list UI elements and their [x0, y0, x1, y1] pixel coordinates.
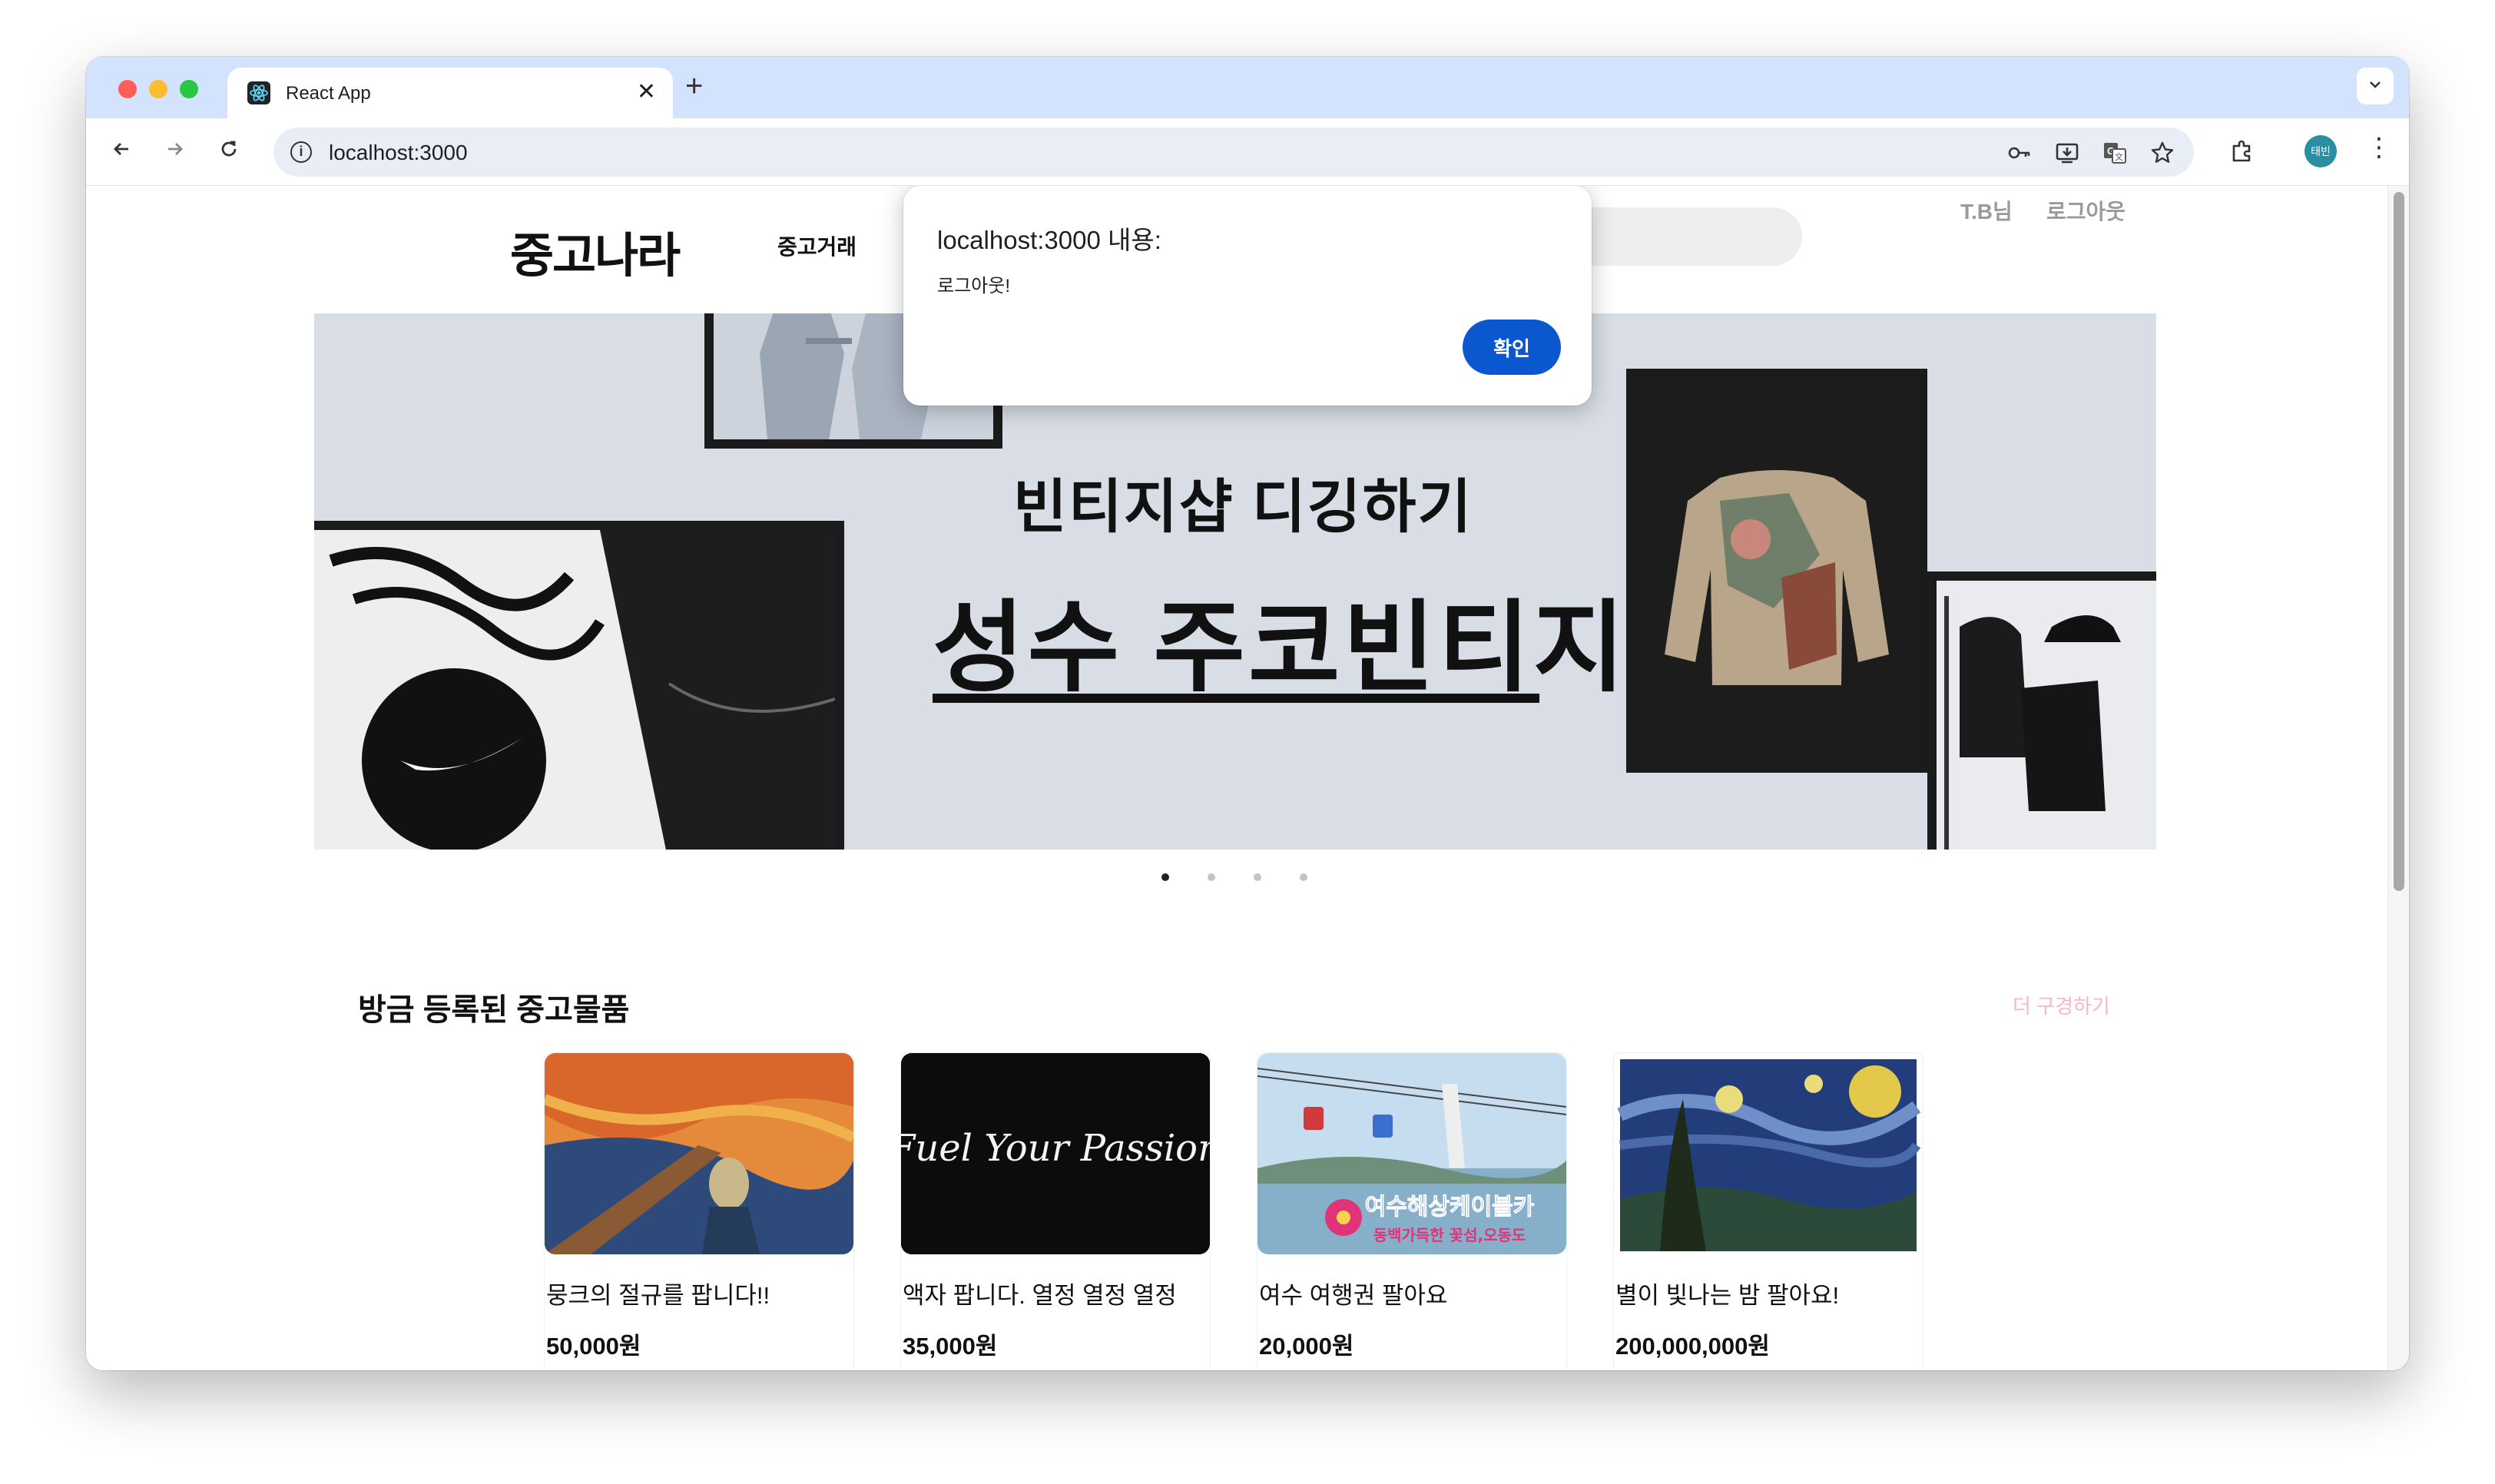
minimize-window-button[interactable] — [149, 80, 167, 98]
product-image: 여수해상케이블카 동백가득한 꽃섬,오동도 — [1257, 1053, 1566, 1254]
product-image — [545, 1053, 853, 1254]
product-price: 50,000원 — [546, 1333, 641, 1360]
banner-title: 성수 주코빈티지 — [933, 591, 1629, 704]
user-name: T.B님 — [1960, 200, 2013, 224]
product-price: 35,000원 — [903, 1333, 998, 1360]
page-content: 중고나라 중고거래 T.B님 로그아웃 빈티지샵 디깅하기 성수 주코빈티지 방… — [86, 186, 2409, 1370]
scrollbar-thumb[interactable] — [2394, 192, 2404, 891]
banner-subtitle: 빈티지샵 디깅하기 — [1013, 475, 1473, 540]
carousel-dot[interactable] — [1208, 873, 1215, 881]
tab-title: React App — [286, 83, 371, 104]
product-price: 200,000,000원 — [1615, 1333, 1770, 1360]
bookmark-star-icon[interactable] — [2149, 140, 2175, 166]
product-card[interactable]: 뭉크의 절규를 팝니다!! 50,000원 — [544, 1052, 854, 1370]
browser-window: React App ✕ + i localhost:3000 G 文 태빈 ⋮ … — [86, 57, 2409, 1370]
banner-photo-sweater — [1626, 369, 1927, 773]
chevron-down-icon — [2367, 76, 2384, 97]
browser-toolbar: i localhost:3000 G文 태빈 ⋮ — [86, 118, 2409, 186]
react-logo-icon — [247, 81, 270, 104]
dialog-title: localhost:3000 내용: — [937, 226, 1161, 254]
forward-button[interactable] — [160, 135, 191, 166]
product-card[interactable]: Fuel Your Passion 액자 팝니다. 열정 열정 열정 35,00… — [900, 1052, 1211, 1370]
reload-button[interactable] — [214, 135, 244, 166]
product-image — [1614, 1053, 1923, 1254]
neon-sign-text: Fuel Your Passion — [901, 1127, 1210, 1170]
product-title: 뭉크의 절규를 팝니다!! — [546, 1282, 770, 1309]
site-info-icon[interactable]: i — [290, 141, 312, 163]
arrow-left-icon — [110, 137, 133, 164]
product-image: Fuel Your Passion — [901, 1053, 1210, 1254]
banner-underline — [933, 694, 1539, 703]
install-app-icon[interactable] — [2054, 140, 2080, 166]
url-text[interactable]: localhost:3000 — [329, 141, 468, 165]
carousel-dot-active[interactable] — [1161, 873, 1169, 881]
tab-search-button[interactable] — [2357, 68, 2394, 104]
close-window-button[interactable] — [118, 80, 137, 98]
product-title: 액자 팝니다. 열정 열정 열정 — [903, 1282, 1177, 1309]
address-bar[interactable]: i localhost:3000 G文 — [273, 128, 2194, 177]
reload-icon — [217, 137, 240, 164]
browser-tab[interactable]: React App ✕ — [227, 68, 673, 118]
alert-dialog: localhost:3000 내용: 로그아웃! 확인 — [903, 186, 1592, 406]
maximize-window-button[interactable] — [180, 80, 198, 98]
confirm-button[interactable]: 확인 — [1463, 320, 1561, 375]
site-logo[interactable]: 중고나라 — [510, 217, 681, 286]
section-title: 방금 등록된 중고물품 — [358, 993, 630, 1027]
banner-photo-stussy — [314, 521, 844, 850]
carousel-dot[interactable] — [1300, 873, 1307, 881]
new-tab-button[interactable]: + — [685, 71, 703, 101]
more-link[interactable]: 더 구경하기 — [2013, 991, 2110, 1019]
nav-link-used-trade[interactable]: 중고거래 — [777, 230, 857, 261]
key-icon[interactable] — [2006, 140, 2033, 166]
more-menu-icon[interactable]: ⋮ — [2366, 132, 2392, 163]
svg-text:文: 文 — [2115, 151, 2123, 162]
dialog-message: 로그아웃! — [937, 276, 1010, 296]
profile-avatar[interactable]: 태빈 — [2304, 135, 2337, 167]
tab-close-icon[interactable]: ✕ — [637, 78, 656, 105]
logout-link[interactable]: 로그아웃 — [2046, 195, 2126, 226]
carousel-dot[interactable] — [1254, 873, 1261, 881]
product-title: 여수 여행권 팔아요 — [1259, 1282, 1448, 1309]
extensions-icon[interactable] — [2229, 138, 2255, 164]
product-card[interactable]: 별이 빛나는 밤 팔아요! 200,000,000원 — [1613, 1052, 1923, 1370]
ad-headline-text: 여수해상케이블카 — [1365, 1194, 1535, 1221]
ad-subline-text: 동백가득한 꽃섬,오동도 — [1373, 1226, 1526, 1244]
banner-photo-backpack — [1927, 571, 2156, 850]
product-title: 별이 빛나는 밤 팔아요! — [1615, 1282, 1840, 1309]
arrow-right-icon — [164, 137, 187, 164]
tab-strip: React App ✕ + — [86, 57, 2409, 118]
product-card[interactable]: 여수해상케이블카 동백가득한 꽃섬,오동도 여수 여행권 팔아요 20,000원 — [1257, 1052, 1567, 1370]
scrollbar[interactable] — [2387, 186, 2409, 1370]
back-button[interactable] — [106, 135, 137, 166]
product-price: 20,000원 — [1259, 1333, 1354, 1360]
translate-icon[interactable]: G文 — [2102, 140, 2128, 166]
